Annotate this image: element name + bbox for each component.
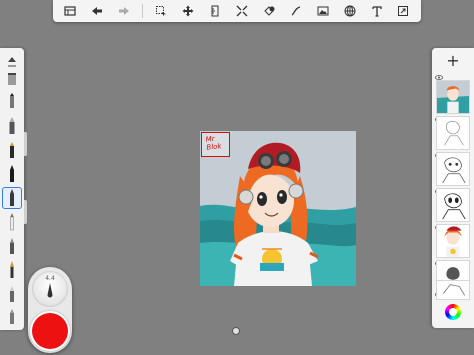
layer-1-thumbnail[interactable]: [436, 80, 470, 114]
text-icon[interactable]: [368, 2, 386, 20]
signature-line-2: Blok: [206, 142, 222, 152]
fullscreen-icon[interactable]: [394, 2, 412, 20]
brush-smudge-icon[interactable]: [3, 284, 21, 304]
brush-size-preview-icon: [47, 283, 53, 298]
brush-marker-icon[interactable]: [3, 116, 21, 136]
signature-text: Mr Blok: [205, 134, 222, 152]
toolbar-divider: [142, 4, 144, 18]
brush-bucket-icon[interactable]: [3, 70, 21, 90]
perspective-icon[interactable]: [341, 2, 359, 20]
canvas-center-handle[interactable]: [232, 327, 240, 335]
brush-pencil-icon[interactable]: [3, 92, 21, 112]
brush-felt-pen-icon[interactable]: [3, 164, 21, 184]
brush-color-swatch[interactable]: [32, 313, 68, 349]
artist-signature: Mr Blok: [202, 133, 232, 159]
layer-3-thumbnail[interactable]: [436, 152, 470, 186]
brush-ink-pen-icon[interactable]: [3, 140, 21, 160]
layer-4-thumbnail[interactable]: [436, 188, 470, 222]
shape-icon[interactable]: [287, 2, 305, 20]
brush-paintbrush-icon[interactable]: [3, 260, 21, 280]
brush-technical-pen-icon[interactable]: [3, 212, 21, 232]
palette-drag-tab[interactable]: [24, 132, 27, 156]
redo-icon[interactable]: [115, 2, 133, 20]
add-layer-button[interactable]: +: [432, 52, 474, 70]
brush-size-control[interactable]: 4.4: [32, 271, 68, 307]
select-icon[interactable]: [152, 2, 170, 20]
undo-icon[interactable]: [88, 2, 106, 20]
image-import-icon[interactable]: [314, 2, 332, 20]
drawing-canvas[interactable]: Mr Blok: [200, 131, 356, 286]
gallery-icon[interactable]: [61, 2, 79, 20]
brush-fineliner-icon[interactable]: [2, 187, 22, 209]
brush-airbrush-icon[interactable]: [3, 236, 21, 256]
fill-icon[interactable]: [260, 2, 278, 20]
brush-eraser-icon[interactable]: [3, 306, 21, 326]
brush-palette: [0, 48, 24, 330]
transform-icon[interactable]: [179, 2, 197, 20]
ruler-icon[interactable]: [206, 2, 224, 20]
layers-panel: +: [432, 48, 474, 328]
brush-size-value: 4.4: [45, 275, 55, 282]
layer-5-thumbnail[interactable]: [436, 224, 470, 258]
layer-7-thumbnail[interactable]: [436, 280, 470, 300]
brush-puck[interactable]: 4.4: [28, 267, 72, 353]
top-toolbar: [53, 0, 421, 22]
color-wheel-icon[interactable]: [445, 304, 461, 320]
layer-2-thumbnail[interactable]: [436, 116, 470, 150]
symmetry-icon[interactable]: [233, 2, 251, 20]
palette-collapse-icon[interactable]: [3, 52, 21, 72]
palette-drag-tab[interactable]: [24, 200, 27, 224]
